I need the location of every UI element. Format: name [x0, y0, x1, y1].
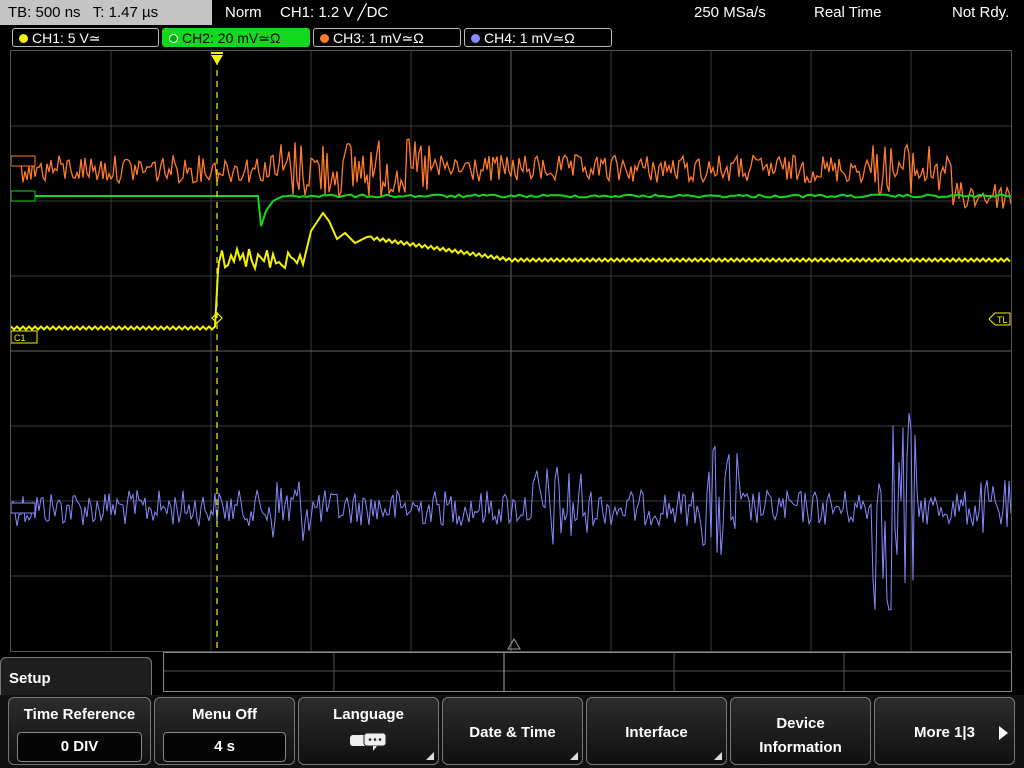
status-bar: TB: 500 ns T: 1.47 µs Norm CH1: 1.2 V ╱D… [0, 0, 1024, 25]
trigger-mode[interactable]: Norm [225, 0, 262, 25]
more-softkey[interactable]: More 1|3 [874, 697, 1015, 765]
menu-off-label: Menu Off [192, 706, 257, 723]
ch4-label: CH4: 1 mV≃Ω [484, 30, 575, 46]
interface-label: Interface [625, 724, 688, 741]
ch4-tab[interactable]: CH4: 1 mV≃Ω [464, 28, 612, 47]
submenu-corner-icon [426, 752, 434, 760]
more-label: More 1|3 [914, 724, 975, 741]
device-information-label: Device Information [759, 715, 842, 756]
waveform-display[interactable]: C1 TL [10, 50, 1012, 652]
trigger-level-label: TL [997, 315, 1008, 325]
trigger-source[interactable]: CH1: 1.2 V ╱DC [280, 0, 388, 25]
menu-title: Setup [0, 657, 152, 697]
submenu-corner-icon [570, 752, 578, 760]
submenu-corner-icon [714, 752, 722, 760]
language-label: Language [333, 706, 404, 723]
ch3-label: CH3: 1 mV≃Ω [333, 30, 424, 46]
menu-off-value[interactable]: 4 s [163, 732, 286, 762]
language-softkey[interactable]: Language [298, 697, 439, 765]
channel-tabs: CH1: 5 V≃ CH2: 20 mV≃Ω CH3: 1 mV≃Ω CH4: … [0, 28, 1024, 48]
ch1-label: CH1: 5 V≃ [32, 30, 101, 46]
softkey-bar: Time Reference 0 DIV Menu Off 4 s Langua… [0, 695, 1024, 768]
time-reference-value[interactable]: 0 DIV [17, 732, 142, 762]
device-information-softkey[interactable]: Device Information [730, 697, 871, 765]
channel-offset-marker [11, 155, 36, 167]
ch3-color-dot [320, 33, 329, 43]
info-strip [163, 652, 1012, 692]
channel-offset-marker [11, 502, 36, 514]
ch2-tab[interactable]: CH2: 20 mV≃Ω [162, 28, 310, 47]
acquisition-mode: Real Time [814, 4, 882, 21]
time-reference-softkey[interactable]: Time Reference 0 DIV [8, 697, 151, 765]
menu-off-softkey[interactable]: Menu Off 4 s [154, 697, 295, 765]
run-state: Not Rdy. [952, 4, 1010, 21]
waveform-canvas: C1 TL [11, 51, 1011, 651]
ch3-tab[interactable]: CH3: 1 mV≃Ω [313, 28, 461, 47]
ch1-color-dot [19, 33, 28, 43]
speech-bubbles-icon [350, 732, 387, 751]
date-time-softkey[interactable]: Date & Time [442, 697, 583, 765]
trigger-position-icon [211, 55, 223, 65]
trigger-time-readout: T: 1.47 µs [92, 4, 159, 21]
ch4-color-dot [471, 33, 480, 43]
next-page-icon [999, 726, 1008, 740]
time-reference-label: Time Reference [23, 706, 136, 723]
info-strip-grid [164, 653, 1011, 691]
ch2-color-dot [169, 33, 178, 43]
channel-offset-marker [11, 190, 36, 202]
ch2-label: CH2: 20 mV≃Ω [182, 30, 281, 46]
time-reference-icon [507, 638, 521, 650]
timebase-readout: TB: 500 ns [8, 4, 81, 21]
interface-softkey[interactable]: Interface [586, 697, 727, 765]
date-time-label: Date & Time [469, 724, 556, 741]
ch1-tab[interactable]: CH1: 5 V≃ [12, 28, 159, 47]
timebase-box[interactable]: TB: 500 ns T: 1.47 µs [0, 0, 212, 25]
sample-rate: 250 MSa/s [694, 4, 766, 21]
ch1-marker-label: C1 [14, 333, 26, 343]
